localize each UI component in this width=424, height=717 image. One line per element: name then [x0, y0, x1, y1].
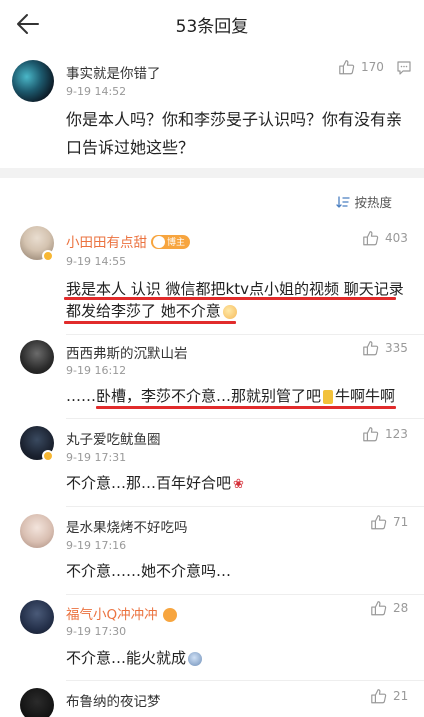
- list-item: 丸子爱吃鱿鱼圈 9-19 17:31 123 不介意…那…百年好合吧 ❀: [0, 418, 424, 506]
- crown-badge-icon: [162, 608, 177, 622]
- highlight-underline: [96, 406, 396, 409]
- avatar[interactable]: [20, 600, 54, 634]
- reply-text-tail: 牛啊牛啊: [335, 387, 396, 405]
- reply-time: 9-19 16:12: [66, 364, 127, 377]
- reply-like-button[interactable]: 123: [362, 425, 408, 443]
- page-title: 53条回复: [175, 17, 249, 37]
- list-item: 是水果烧烤不好吃吗 9-19 17:16 71 不介意……她不介意吗…: [0, 506, 424, 594]
- main-comment-text: 你是本人吗？你和李莎旻子认识吗？你有没有亲口告诉过她这些？: [66, 110, 403, 157]
- reply-time: 9-19 17:30: [66, 625, 127, 638]
- avatar[interactable]: [20, 514, 54, 548]
- reply-text: ……卧槽，李莎不介意…那就别管了吧: [66, 387, 322, 405]
- reply-text: 不介意…能火就成: [66, 649, 187, 667]
- avatar[interactable]: [20, 340, 54, 374]
- verified-badge-icon: [42, 250, 54, 262]
- reply-time: 9-19 17:16: [66, 539, 127, 552]
- emoji-icon: [188, 651, 203, 666]
- reply-like-button[interactable]: 335: [362, 339, 408, 357]
- reply-text: 不介意…那…百年好合吧: [66, 474, 232, 492]
- sort-label: 按热度: [354, 195, 392, 210]
- badge-label: 博主: [167, 238, 186, 248]
- highlight-underline: [64, 321, 236, 324]
- list-item: 西西弗斯的沉默山岩 9-19 16:12 335 ……卧槽，李莎不介意…那就别管…: [0, 334, 424, 418]
- list-item: 小田田有点甜 博主 9-19 14:55 403 我是本人 认识 微信都把ktv点…: [0, 220, 424, 334]
- thumbs-up-icon: [371, 601, 387, 616]
- like-count: 71: [393, 515, 409, 529]
- sort-icon: [336, 195, 351, 208]
- reply-like-button[interactable]: 21: [370, 687, 408, 705]
- reply-text-line: 不介意…能火就成: [66, 645, 203, 671]
- like-count: 403: [385, 231, 408, 245]
- like-count: 21: [393, 689, 409, 703]
- thumbs-up-icon: [363, 231, 379, 246]
- reply-text: 不介意……她不介意吗…: [66, 562, 232, 580]
- reply-author[interactable]: 是水果烧烤不好吃吗: [66, 516, 188, 536]
- thumbs-up-icon: [371, 689, 387, 704]
- reply-author-name: 小田田有点甜: [66, 235, 147, 251]
- reply-like-button[interactable]: 71: [370, 513, 408, 531]
- sort-button[interactable]: 按热度: [336, 192, 392, 211]
- reply-like-button[interactable]: 28: [370, 599, 408, 617]
- list-item: 布鲁纳的夜记梦 21: [0, 680, 424, 717]
- like-count: 123: [385, 427, 408, 441]
- like-count: 28: [393, 601, 409, 615]
- main-comment-author[interactable]: 事实就是你错了: [66, 62, 161, 82]
- list-item: 福气小Q冲冲冲 9-19 17:30 28 不介意…能火就成: [0, 594, 424, 680]
- reply-author[interactable]: 小田田有点甜 博主: [66, 231, 191, 252]
- blogger-badge: 博主: [151, 234, 191, 252]
- reply-like-button[interactable]: 403: [362, 229, 408, 247]
- reply-time: 9-19 14:55: [66, 255, 127, 268]
- like-count: 335: [385, 341, 408, 355]
- thumbs-up-icon: [363, 427, 379, 442]
- reply-author[interactable]: 布鲁纳的夜记梦: [66, 690, 161, 710]
- reply-author[interactable]: 福气小Q冲冲冲: [66, 603, 177, 623]
- top-bar: 53条回复: [0, 0, 424, 48]
- avatar[interactable]: [12, 60, 54, 102]
- thumbs-up-icon: [363, 341, 379, 356]
- main-comment-like-button[interactable]: 170: [338, 58, 384, 76]
- comment-icon[interactable]: [396, 60, 412, 76]
- reply-time: 9-19 17:31: [66, 451, 127, 464]
- like-count: 170: [361, 60, 384, 74]
- emoji-icon: [222, 304, 237, 319]
- divider: [0, 168, 424, 178]
- trophy-emoji-icon: [323, 389, 334, 404]
- reply-author[interactable]: 丸子爱吃鱿鱼圈: [66, 428, 161, 448]
- reply-text: 都发给李莎了 她不介意: [66, 302, 221, 320]
- reply-text-line: 不介意…那…百年好合吧 ❀: [66, 470, 244, 498]
- reply-author[interactable]: 西西弗斯的沉默山岩: [66, 342, 188, 362]
- rose-emoji-icon: ❀: [233, 477, 244, 492]
- avatar[interactable]: [20, 688, 54, 717]
- main-comment-time: 9-19 14:52: [66, 85, 127, 98]
- reply-author-name: 福气小Q冲冲冲: [66, 607, 158, 623]
- thumbs-up-icon: [371, 515, 387, 530]
- verified-badge-icon: [42, 450, 54, 462]
- thumbs-up-icon: [339, 60, 355, 75]
- main-comment: 事实就是你错了 9-19 14:52 170 你是本人吗？你和李莎旻子认识吗？你…: [0, 48, 424, 168]
